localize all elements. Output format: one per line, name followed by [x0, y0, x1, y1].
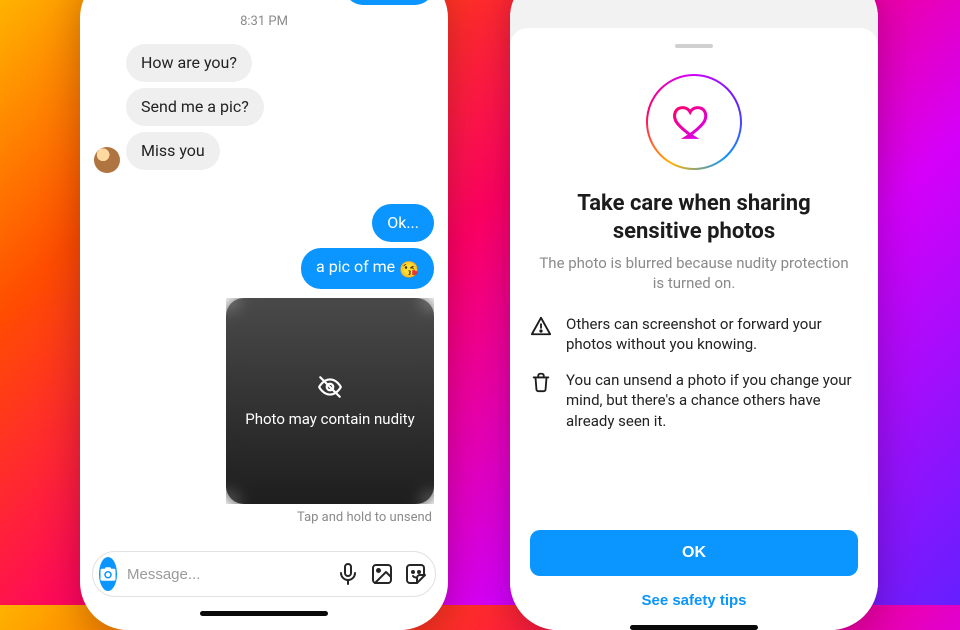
home-indicator[interactable]: [630, 625, 758, 630]
kiss-emoji: 😘: [399, 260, 419, 280]
eye-slash-icon: [317, 374, 343, 400]
bubble-text: How are you?: [126, 44, 252, 82]
bubble-text: Send me a pic?: [126, 88, 264, 126]
bubble-text: Miss you: [126, 132, 220, 170]
composer: [92, 551, 436, 597]
message-received[interactable]: Miss you: [126, 129, 220, 173]
sheet-subtitle: The photo is blurred because nudity prot…: [538, 253, 850, 294]
chat-screen: See you! 8:31 PM How are you? Send me a …: [80, 0, 448, 630]
warning-icon: [530, 315, 552, 337]
blurred-photo[interactable]: Photo may contain nudity: [226, 298, 434, 504]
message-received[interactable]: How are you?: [126, 41, 252, 85]
sheet-grabber[interactable]: [675, 44, 713, 48]
timestamp: 8:31 PM: [94, 14, 434, 29]
message-sent[interactable]: Ok...: [94, 201, 434, 245]
mic-icon: [336, 562, 360, 586]
message-received[interactable]: Send me a pic?: [126, 85, 264, 129]
blurred-label: Photo may contain nudity: [227, 410, 432, 428]
unsend-hint: Tap and hold to unsend: [297, 510, 432, 525]
trash-icon: [530, 371, 552, 393]
heart-ring-icon: [646, 74, 742, 170]
bubble-text: a pic of me 😘: [301, 248, 434, 289]
home-indicator[interactable]: [200, 611, 328, 616]
bubble-text-part: a pic of me: [316, 257, 399, 276]
info-row: You can unsend a photo if you change you…: [530, 370, 858, 431]
mic-button[interactable]: [336, 561, 360, 587]
info-text: You can unsend a photo if you change you…: [566, 370, 858, 431]
sheet-title: Take care when sharing sensitive photos: [538, 190, 850, 245]
safety-tips-link[interactable]: See safety tips: [641, 592, 746, 609]
chat-scroll[interactable]: See you! 8:31 PM How are you? Send me a …: [88, 0, 440, 537]
camera-button[interactable]: [99, 557, 117, 591]
info-text: Others can screenshot or forward your ph…: [566, 314, 858, 355]
bubble-text: See you!: [344, 0, 434, 5]
message-sent[interactable]: See you!: [94, 0, 434, 8]
bubble-text: Ok...: [372, 204, 434, 242]
gallery-button[interactable]: [370, 561, 394, 587]
camera-icon: [99, 565, 117, 583]
message-sent[interactable]: a pic of me 😘: [94, 245, 434, 292]
gallery-icon: [370, 562, 394, 586]
avatar[interactable]: [94, 147, 120, 173]
safety-sheet-screen: See you! Take care when sharing se: [510, 0, 878, 630]
sticker-button[interactable]: [404, 561, 428, 587]
info-row: Others can screenshot or forward your ph…: [530, 314, 858, 355]
safety-sheet: Take care when sharing sensitive photos …: [510, 28, 878, 630]
ok-button[interactable]: OK: [530, 530, 858, 576]
message-input[interactable]: [127, 566, 326, 583]
heart-icon: [671, 99, 717, 145]
sticker-icon: [404, 562, 428, 586]
